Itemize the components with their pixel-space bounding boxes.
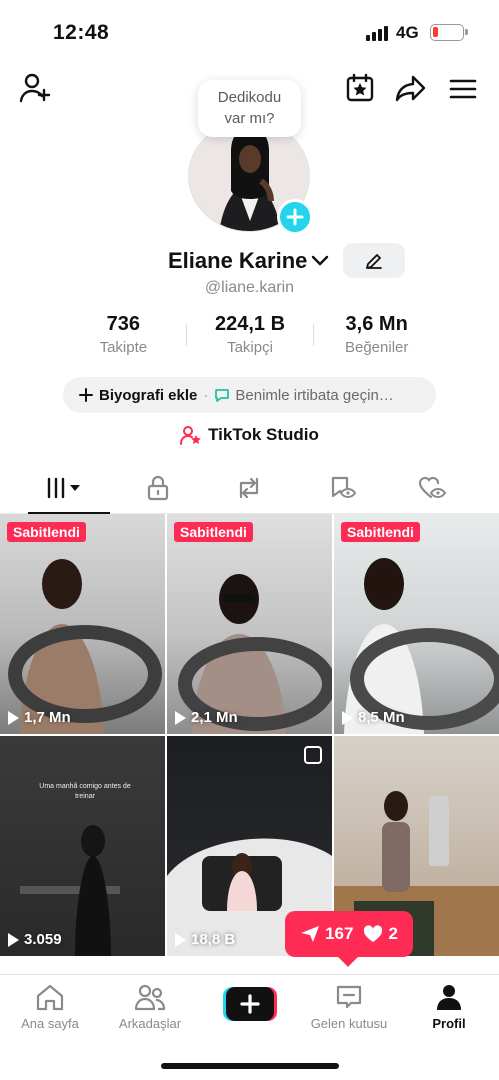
repost-icon [239,477,259,499]
tab-liked[interactable] [383,463,483,513]
pencil-icon [366,253,382,269]
calendar-star-icon[interactable] [344,72,376,104]
shares-count-group: 167 [300,924,353,944]
stat-divider [186,324,187,346]
status-bar: 12:48 4G [0,0,499,64]
tab-reposts[interactable] [199,463,299,513]
contact-link[interactable]: Benimle irtibata geçin… [235,387,393,404]
view-count: 18,8 B [175,931,235,948]
nav-label: Arkadaşlar [118,1016,182,1031]
battery-icon [430,24,468,41]
nav-home[interactable]: Ana sayfa [0,983,100,1031]
plus-icon [286,208,304,226]
create-button[interactable] [223,987,277,1021]
bookmark-eye-icon [331,476,356,499]
video-caption: Uma manhã comigo antes de treinar [39,783,131,800]
status-time: 12:48 [53,21,110,44]
chevron-down-icon [312,255,329,266]
stat-followers[interactable]: 224,1 B Takipçi [187,313,314,356]
stat-value: 224,1 B [214,313,286,335]
shares-count: 167 [325,924,354,943]
inbox-icon [336,985,362,1009]
activity-notification[interactable]: 167 2 [285,911,413,957]
video-thumbnail[interactable]: Sabitlendi 8,5 Mn [334,514,499,734]
edit-profile-button[interactable] [343,243,405,278]
friends-icon [134,984,166,1011]
home-icon [36,984,64,1011]
view-count: 2,1 Mn [175,709,238,726]
heart-icon [364,925,383,942]
multi-image-icon [304,746,322,764]
video-preview-image [178,574,332,734]
likes-count: 2 [388,924,398,943]
add-avatar-button[interactable] [277,199,313,235]
profile-name[interactable]: Eliane Karine [168,248,329,274]
pinned-badge: Sabitlendi [341,522,420,542]
create-icon [223,987,277,1021]
home-indicator[interactable] [161,1063,339,1069]
stat-following[interactable]: 736 Takipte [60,313,187,356]
nav-inbox[interactable]: Gelen kutusu [299,983,399,1031]
add-bio-link[interactable]: Biyografi ekle [99,387,197,404]
status-bubble[interactable]: Dedikodu var mı? [198,80,301,137]
stat-value: 3,6 Mn [345,313,408,335]
add-friend-icon[interactable] [18,72,52,104]
profile-icon [437,985,461,1010]
heart-eye-icon [418,476,447,499]
view-count: 1,7 Mn [8,709,71,726]
nav-friends[interactable]: Arkadaşlar [100,983,200,1031]
nav-profile[interactable]: Profil [399,983,499,1031]
studio-label: TikTok Studio [208,425,319,444]
stat-likes[interactable]: 3,6 Mn Beğeniler [313,313,440,356]
separator-dot: · [203,386,209,404]
stat-label: Takipte [99,339,148,356]
lock-icon [147,475,169,501]
menu-icon[interactable] [448,74,478,104]
video-preview-image [20,825,120,956]
stat-label: Beğeniler [344,339,409,356]
video-thumbnail[interactable]: Sabitlendi 2,1 Mn [167,514,332,734]
nav-label: Ana sayfa [21,1016,79,1031]
plus-icon [79,388,93,402]
stat-value: 736 [106,313,141,335]
profile-stats: 736 Takipte 224,1 B Takipçi 3,6 Mn Beğen… [60,313,440,356]
bubble-text-line2: var mı? [224,110,275,127]
content-tabs [0,463,499,514]
tab-private[interactable] [108,463,208,513]
likes-count-group: 2 [363,924,398,944]
studio-icon [180,426,201,445]
video-thumbnail[interactable]: Sabitlendi 1,7 Mn [0,514,165,734]
view-count: 8,5 Mn [342,709,405,726]
bubble-text-line1: Dedikodu [217,89,282,106]
nav-label: Gelen kutusu [310,1016,388,1031]
pinned-badge: Sabitlendi [7,522,86,542]
video-preview-image [344,558,499,734]
nav-label: Profil [432,1016,466,1031]
video-preview-image [8,559,162,734]
chat-icon [215,388,230,402]
view-count: 3.059 [8,931,62,948]
profile-handle: @liane.karin [204,279,295,296]
tab-videos[interactable] [14,463,114,514]
send-icon [301,926,320,942]
signal-icon [366,26,388,41]
network-label: 4G [396,23,419,42]
video-thumbnail[interactable]: Uma manhã comigo antes de treinar 3.059 [0,736,165,956]
pinned-badge: Sabitlendi [174,522,253,542]
stat-label: Takipçi [227,339,273,356]
bio-bar[interactable]: Biyografi ekle · Benimle irtibata geçin… [63,377,436,413]
stat-divider [313,324,314,346]
tab-favorites[interactable] [292,463,392,513]
profile-name-text: Eliane Karine [168,248,308,273]
share-icon[interactable] [394,72,428,104]
grid-icon [47,477,80,499]
tiktok-studio-link[interactable]: TikTok Studio [0,425,499,445]
